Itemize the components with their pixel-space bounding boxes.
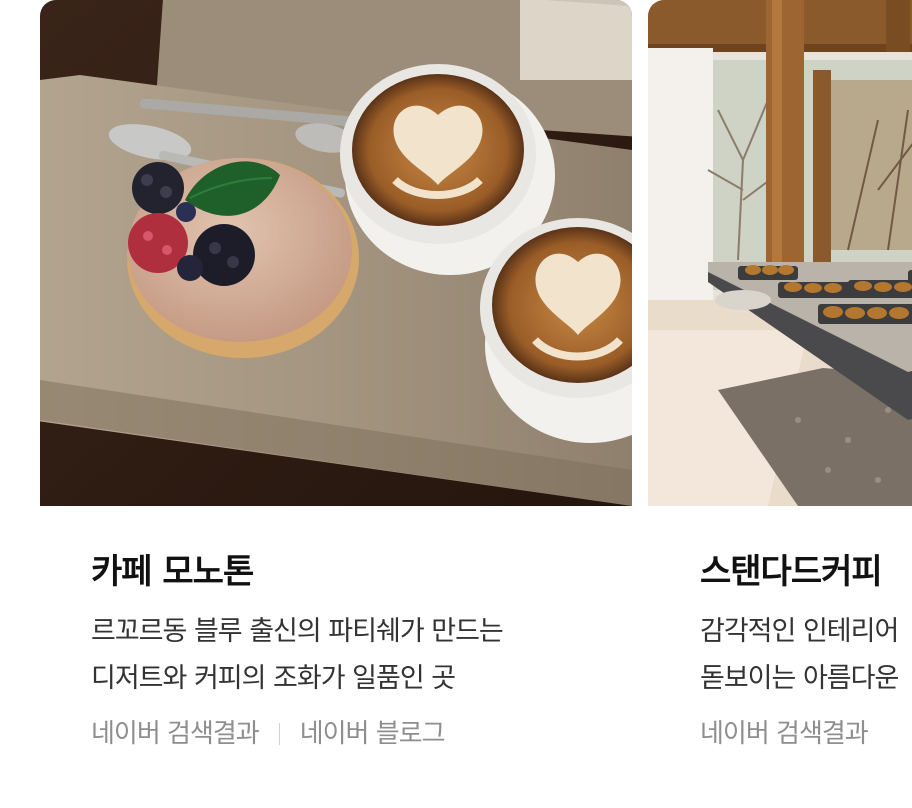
latte-donut-illustration — [40, 0, 632, 506]
cafe-card-body: 카페 모노톤 르꼬르동 블루 출신의 파티쉐가 만드는 디저트와 커피의 조화가… — [91, 548, 611, 754]
cafe-photo-bakery-interior[interactable] — [648, 0, 912, 506]
cafe-description-line: 감각적인 인테리어 — [700, 616, 899, 647]
source-divider — [278, 723, 280, 745]
cafe-title[interactable]: 스탠다드커피 — [700, 548, 912, 596]
cafe-description: 감각적인 인테리어 돋보이는 아름다운 — [700, 608, 912, 702]
cafe-photo-latte-donut[interactable] — [40, 0, 632, 506]
cafe-card-carousel: 카페 모노톤 르꼬르동 블루 출신의 파티쉐가 만드는 디저트와 커피의 조화가… — [0, 0, 912, 808]
source-links: 네이버 검색결과 — [700, 714, 912, 754]
cafe-description: 르꼬르동 블루 출신의 파티쉐가 만드는 디저트와 커피의 조화가 일품인 곳 — [91, 608, 611, 702]
cafe-card-body: 스탠다드커피 감각적인 인테리어 돋보이는 아름다운 네이버 검색결과 — [700, 548, 912, 754]
source-link-naver-search[interactable]: 네이버 검색결과 — [91, 719, 260, 749]
cafe-description-line: 돋보이는 아름다운 — [700, 663, 899, 694]
source-link-naver-blog[interactable]: 네이버 블로그 — [300, 719, 446, 749]
cafe-description-line: 디저트와 커피의 조화가 일품인 곳 — [91, 663, 456, 694]
cafe-description-line: 르꼬르동 블루 출신의 파티쉐가 만드는 — [91, 616, 504, 647]
cafe-card[interactable]: 스탠다드커피 감각적인 인테리어 돋보이는 아름다운 네이버 검색결과 — [648, 0, 912, 808]
cafe-card[interactable]: 카페 모노톤 르꼬르동 블루 출신의 파티쉐가 만드는 디저트와 커피의 조화가… — [40, 0, 632, 808]
bakery-interior-illustration — [648, 0, 912, 506]
cafe-title[interactable]: 카페 모노톤 — [91, 548, 611, 596]
source-link-naver-search[interactable]: 네이버 검색결과 — [700, 719, 869, 749]
source-links: 네이버 검색결과 네이버 블로그 — [91, 714, 611, 754]
